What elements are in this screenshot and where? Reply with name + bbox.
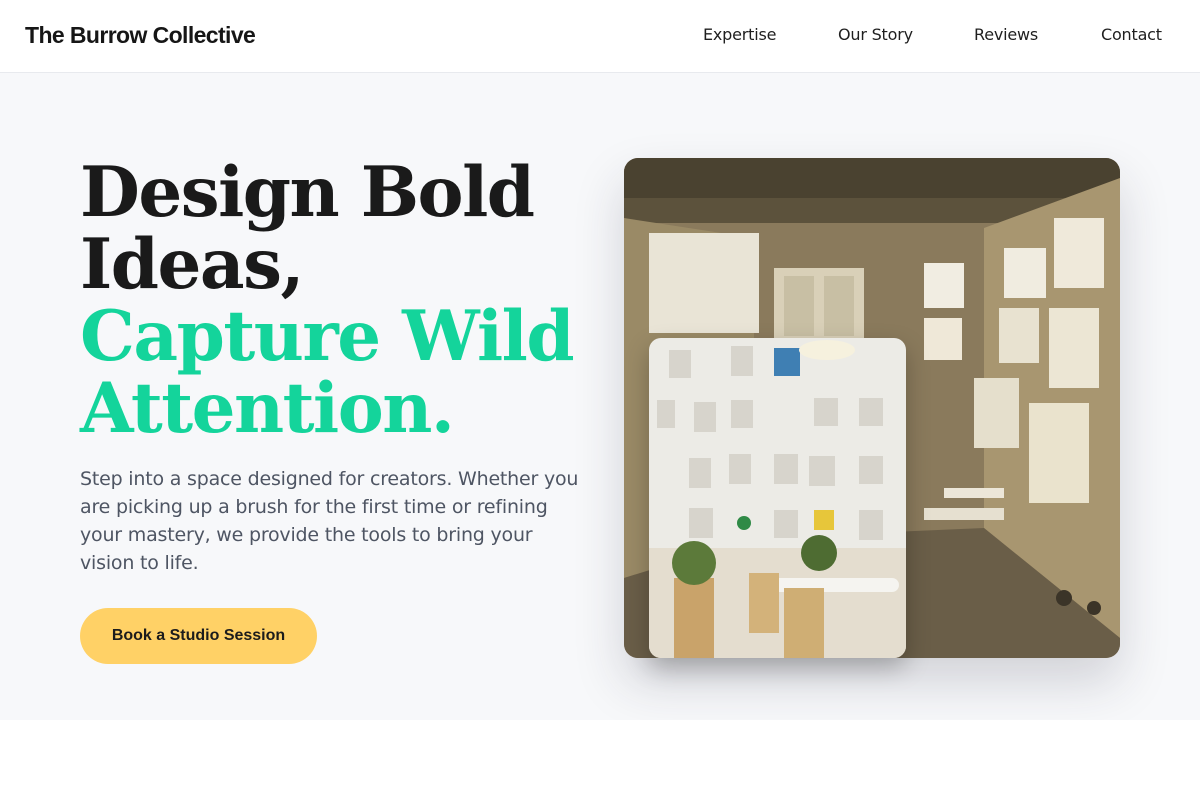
studio-photo-inset [649, 338, 906, 658]
nav-link-our-story[interactable]: Our Story [838, 25, 913, 44]
headline-accent-line-1: Capture Wild [80, 296, 575, 377]
site-header: The Burrow Collective Expertise Our Stor… [0, 0, 1200, 73]
headline-accent-line-2: Attention. [80, 368, 455, 449]
headline-line-2: Ideas, [80, 224, 305, 305]
nav-link-expertise[interactable]: Expertise [703, 25, 776, 44]
hero-headline: Design Bold Ideas, Capture Wild Attentio… [80, 157, 600, 445]
headline-line-1: Design Bold [80, 152, 535, 233]
nav-link-reviews[interactable]: Reviews [974, 25, 1038, 44]
nav-link-contact[interactable]: Contact [1101, 25, 1162, 44]
hero-subtext: Step into a space designed for creators.… [80, 468, 579, 574]
main-nav: Expertise Our Story Reviews Contact [0, 0, 1200, 72]
page-bottom-area [0, 720, 1200, 800]
book-studio-session-button[interactable]: Book a Studio Session [80, 608, 317, 664]
hero-section: Design Bold Ideas, Capture Wild Attentio… [0, 73, 1200, 720]
